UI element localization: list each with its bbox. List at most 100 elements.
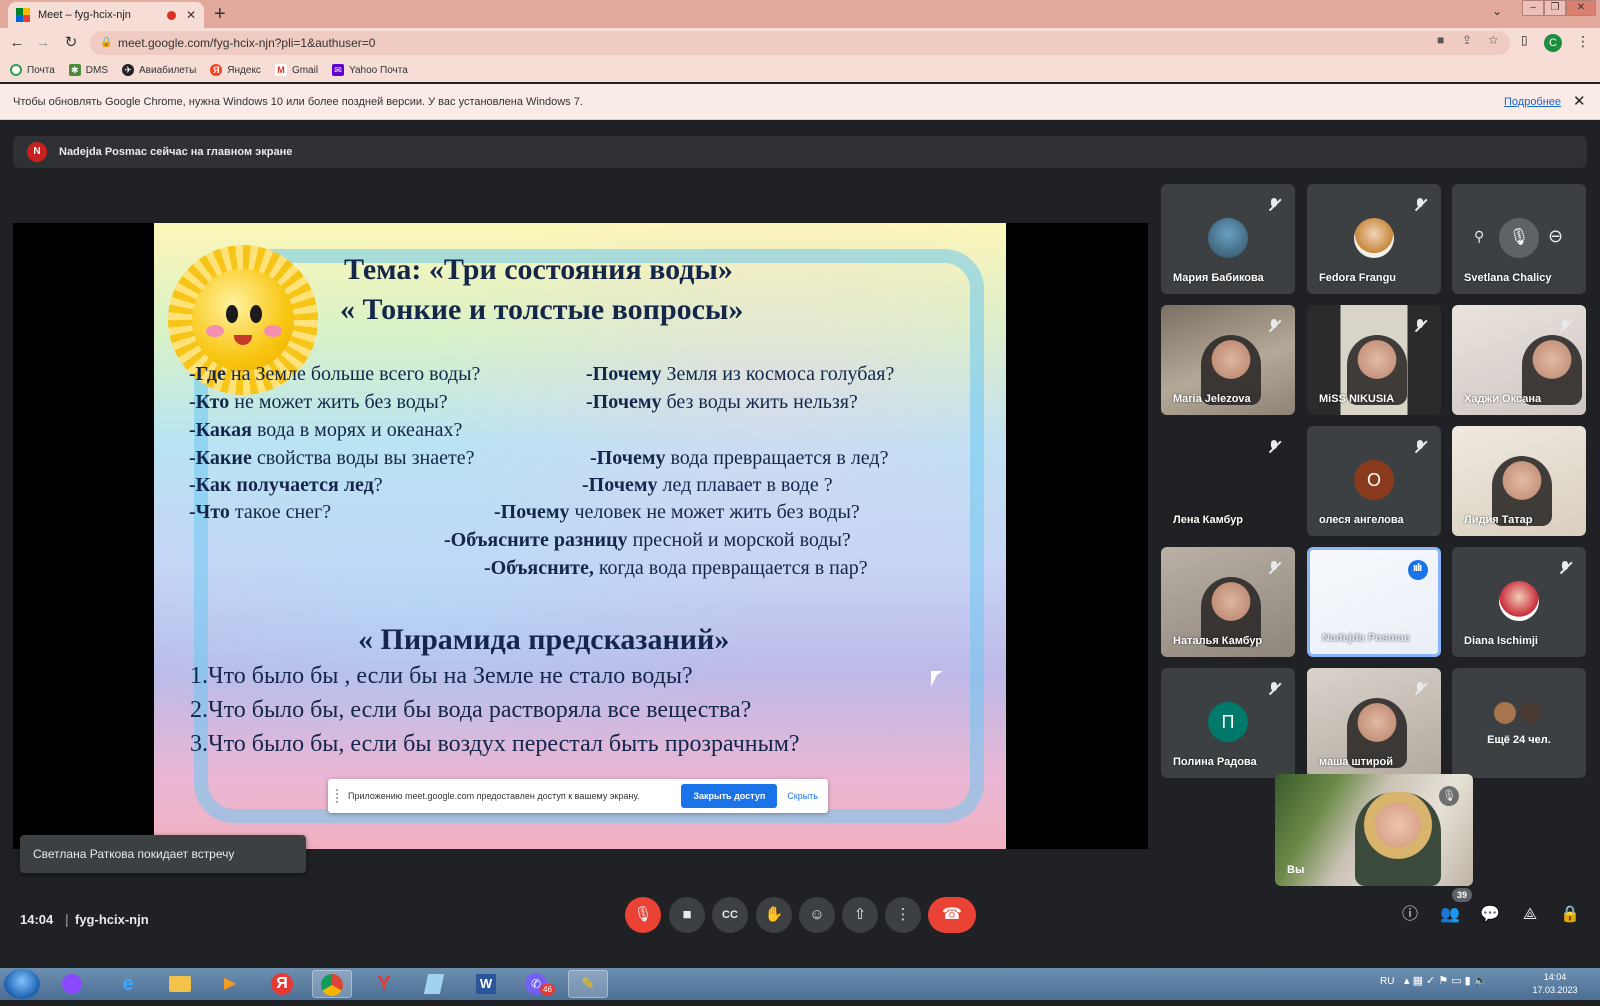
participant-tile[interactable]: маша штирой	[1307, 668, 1441, 778]
system-tray-icons[interactable]: ▴ ▦ ✓ ⚑ ▭ ▮ 🔈	[1404, 974, 1487, 987]
participant-tile[interactable]: Diana Ischimji	[1452, 547, 1586, 657]
chrome-menu-icon[interactable]: ⋮	[1576, 33, 1590, 50]
participant-tile-active-speaker[interactable]: Nadejda Posmac	[1307, 547, 1441, 657]
muted-mic-icon	[1413, 319, 1427, 333]
viber-icon[interactable]: ✆ 46	[516, 970, 556, 998]
mic-icon: 🎙	[1499, 218, 1539, 258]
infobar-message: Чтобы обновлять Google Chrome, нужна Win…	[13, 96, 583, 108]
url-text: meet.google.com/fyg-hcix-njn?pli=1&authu…	[118, 36, 376, 50]
share-bar-message: Приложению meet.google.com предоставлен …	[348, 791, 640, 801]
share-icon[interactable]: ⇪	[1462, 33, 1472, 47]
slide-question: -Кто не может жить без воды?	[189, 391, 448, 413]
word-icon[interactable]: W	[466, 970, 506, 998]
stop-sharing-button[interactable]: Закрыть доступ	[681, 784, 778, 808]
window-close-button[interactable]: ✕	[1566, 0, 1596, 16]
camera-button[interactable]: ■	[669, 897, 705, 933]
participant-tile[interactable]: Мария Бабикова	[1161, 184, 1295, 294]
dms-icon: ✱	[68, 64, 81, 76]
participant-tile[interactable]: Fedora Frangu	[1307, 184, 1441, 294]
tab-title: Meet – fyg-hcix-njn	[38, 9, 131, 21]
participant-name: Nadejda Posmac	[1322, 632, 1411, 644]
captions-button[interactable]: CC	[712, 897, 748, 933]
notepad-icon[interactable]	[414, 970, 454, 998]
file-explorer-icon[interactable]	[160, 970, 200, 998]
alice-icon[interactable]	[52, 970, 92, 998]
tab-close-icon[interactable]: ✕	[186, 8, 196, 22]
infobar-more-link[interactable]: Подробнее	[1504, 84, 1561, 120]
language-indicator[interactable]: RU	[1380, 976, 1394, 987]
pin-icon[interactable]: ⚲	[1474, 228, 1484, 245]
microphone-off-button[interactable]: 🎙	[625, 897, 661, 933]
yandex-browser-icon[interactable]: Я	[262, 970, 302, 998]
participant-name: Svetlana Chalicy	[1464, 272, 1552, 284]
address-bar[interactable]: 🔒 meet.google.com/fyg-hcix-njn?pli=1&aut…	[90, 31, 1510, 55]
infobar-close-icon[interactable]: ✕	[1573, 84, 1586, 120]
leave-call-button[interactable]: ☎	[928, 897, 976, 933]
participant-mini-avatar	[1492, 700, 1518, 726]
participant-tile[interactable]: Хаджи Оксана	[1452, 305, 1586, 415]
profile-avatar[interactable]: C	[1544, 34, 1562, 52]
slide-subtitle: « Тонкие и толстые вопросы»	[340, 293, 744, 326]
participant-avatar: О	[1354, 460, 1394, 500]
taskbar-clock[interactable]: 14:04 17.03.2023	[1530, 971, 1580, 997]
participant-tile[interactable]: Maria Jelezova	[1161, 305, 1295, 415]
recording-indicator-icon	[166, 10, 176, 20]
hide-share-bar-button[interactable]: Скрыть	[787, 791, 818, 801]
participant-tile[interactable]: П Полина Радова	[1161, 668, 1295, 778]
bookmark-item[interactable]: Я Яндекс	[210, 64, 261, 76]
participant-tile[interactable]: О олеся ангелова	[1307, 426, 1441, 536]
speaking-indicator-icon	[1408, 560, 1428, 580]
back-arrow-icon[interactable]: ←	[6, 32, 28, 54]
muted-mic-icon: 🎙	[1439, 786, 1459, 806]
sun-face	[192, 269, 294, 371]
taskbar-time: 14:04	[1543, 972, 1567, 982]
tab-search-chevron-icon[interactable]: ⌄	[1492, 4, 1502, 18]
raise-hand-button[interactable]: ✋	[756, 897, 792, 933]
shared-slide: Тема: «Три состояния воды» « Тонкие и то…	[154, 223, 1006, 849]
bookmark-item[interactable]: ✱ DMS	[68, 64, 108, 76]
window-restore-button[interactable]: ❐	[1544, 0, 1566, 16]
paint-icon[interactable]: ✎	[568, 970, 608, 998]
new-tab-icon[interactable]: +	[214, 2, 226, 26]
self-view-tile[interactable]: 🎙 Вы	[1275, 774, 1473, 886]
browser-toolbar: ← → ↻ 🔒 meet.google.com/fyg-hcix-njn?pli…	[0, 28, 1600, 58]
more-options-button[interactable]: ⋮	[885, 897, 921, 933]
internet-explorer-icon[interactable]: e	[108, 970, 148, 998]
bookmark-star-icon[interactable]: ☆	[1488, 33, 1499, 47]
browser-tab[interactable]: Meet – fyg-hcix-njn ✕	[8, 2, 204, 28]
participant-tile[interactable]: MiSS NIKUSIA	[1307, 305, 1441, 415]
host-controls-icon[interactable]: 🔒	[1557, 902, 1583, 928]
camera-in-use-icon[interactable]: ■	[1437, 33, 1444, 47]
people-icon[interactable]: 👥	[1437, 902, 1463, 928]
yandex-icon[interactable]: Y	[364, 970, 404, 998]
bookmark-item[interactable]: ✈ Авиабилеты	[122, 64, 196, 76]
meeting-details-icon[interactable]: ⓘ	[1397, 902, 1423, 928]
participant-tile[interactable]: 🎙 ⚲ ⊖ Svetlana Chalicy	[1452, 184, 1586, 294]
remove-icon[interactable]: ⊖	[1548, 226, 1563, 247]
people-count-badge: 39	[1452, 888, 1472, 902]
more-participants-tile[interactable]: Ещё 24 чел.	[1452, 668, 1586, 778]
bookmark-item[interactable]: M Gmail	[274, 64, 318, 76]
drag-handle-icon[interactable]	[336, 789, 340, 803]
windows-start-icon[interactable]	[4, 969, 40, 999]
participant-name: Maria Jelezova	[1173, 393, 1251, 405]
bookmark-item[interactable]: Почта	[10, 64, 55, 76]
chrome-taskbar-icon[interactable]	[312, 970, 352, 998]
participant-tile[interactable]: Лена Камбур	[1161, 426, 1295, 536]
activities-icon[interactable]: ⟁	[1517, 902, 1543, 928]
present-now-button[interactable]: ⇧	[842, 897, 878, 933]
forward-arrow-icon[interactable]: →	[32, 32, 54, 54]
slide-question: -Почему без воды жить нельзя?	[586, 391, 858, 413]
participant-tile[interactable]: Лидия Татар	[1452, 426, 1586, 536]
viber-badge: 46	[540, 984, 555, 995]
reload-icon[interactable]: ↻	[60, 32, 82, 54]
sun-cheek	[264, 325, 282, 337]
media-player-icon[interactable]: ▶	[210, 970, 250, 998]
lock-icon[interactable]: 🔒	[100, 31, 112, 55]
window-minimize-button[interactable]: –	[1522, 0, 1544, 16]
chat-icon[interactable]: 💬	[1477, 902, 1503, 928]
reactions-button[interactable]: ☺	[799, 897, 835, 933]
side-panel-icon[interactable]: ▯	[1521, 33, 1528, 47]
participant-tile[interactable]: Наталья Камбур	[1161, 547, 1295, 657]
bookmark-item[interactable]: ✉ Yahoo Почта	[332, 64, 408, 76]
